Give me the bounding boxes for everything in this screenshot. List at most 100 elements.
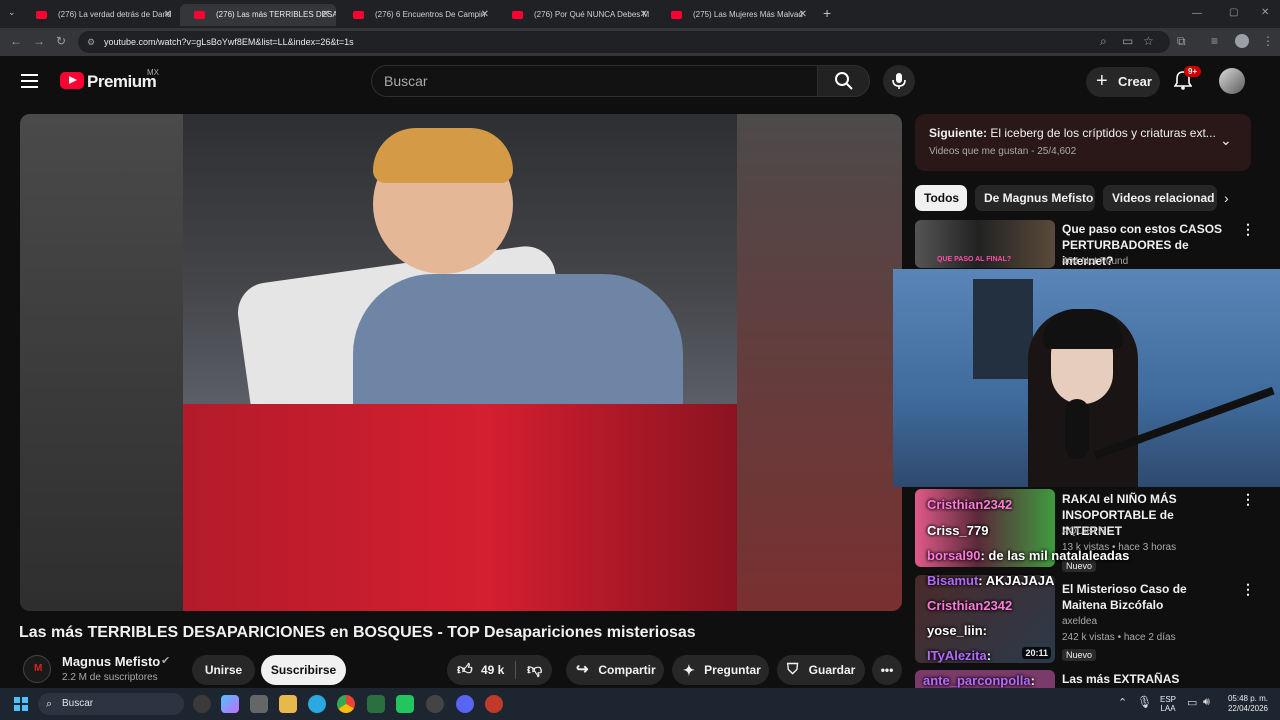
clock[interactable]: 05:48 p. m. 22/04/2026 [1220,694,1268,714]
reload-icon[interactable]: ↻ [56,34,66,48]
browser-tab[interactable]: (276) 6 Encuentros De Campin ✕ [339,4,495,26]
expand-chevron-icon[interactable]: ⌄ [1220,132,1232,149]
duration-badge: 20:11 [1022,647,1051,659]
create-button[interactable]: + Crear [1086,67,1160,97]
search-input[interactable]: Buscar [371,65,817,97]
store-icon[interactable] [250,695,268,713]
close-tab-icon[interactable]: ✕ [799,4,807,26]
network-icon[interactable]: ▭ [1187,696,1197,709]
child-hair-shape [373,128,513,183]
url-field[interactable]: ⚙ youtube.com/watch?v=gLsBoYwf8EM&list=L… [78,31,1170,53]
maximize-icon[interactable]: ▢ [1229,7,1238,18]
share-button[interactable]: ↪ Compartir [566,655,664,685]
rec-channel[interactable]: axeldea [1062,616,1097,627]
rec-menu-icon[interactable]: ⋮ [1241,581,1255,598]
tray-chevron-icon[interactable]: ⌃ [1118,696,1127,709]
browser-tab-active[interactable]: (276) Las más TERRIBLES DESAP ✕ [180,4,336,26]
rec-channel[interactable]: AQUISI R [1062,526,1106,537]
new-tab-button[interactable]: + [823,5,831,21]
red-blanket-shape [183,404,737,611]
webcam-overlay [893,269,1280,487]
microphone-shape [1065,399,1089,459]
cast-icon[interactable]: ▭ [1122,34,1133,48]
windows-start-icon[interactable] [14,697,28,711]
forward-icon[interactable]: → [33,34,45,48]
video-player[interactable] [20,114,902,611]
playlist-queue-panel[interactable]: Siguiente: El iceberg de los críptidos y… [915,114,1251,171]
dislike-icon[interactable]: 👎︎ [527,655,542,685]
save-button[interactable]: ⛉ Guardar [777,655,865,685]
channel-avatar[interactable]: M [23,655,51,683]
youtube-logo-icon[interactable] [60,72,84,89]
browser-tab-bar: ⌄ (276) La verdad detrás de Dand ✕ (276) … [0,0,1280,28]
discord-icon[interactable] [456,695,474,713]
edge-icon[interactable] [308,695,326,713]
taskbar-search[interactable]: ⌕ Buscar [38,693,184,715]
browser-menu-icon[interactable]: ⋮ [1262,34,1274,48]
menu-icon[interactable] [21,74,38,88]
extensions-icon[interactable]: ⧉ [1177,34,1186,49]
task-view-icon[interactable] [193,695,211,713]
chat-message: ITyAlezita: [927,648,992,663]
bookmark-star-icon[interactable]: ☆ [1143,34,1154,48]
more-horizontal-icon: ••• [880,663,894,677]
rec-channel[interactable]: 404 Not Found [1062,256,1128,267]
file-explorer-icon[interactable] [279,695,297,713]
kick-icon[interactable] [396,695,414,713]
copilot-icon[interactable] [221,695,239,713]
chips-next-icon[interactable]: › [1224,190,1229,206]
windows-taskbar: ⌕ Buscar ⌃ 🎙︎ ESP LAA ▭ 🔊︎ 05:48 p. m. 22/… [0,688,1280,720]
profile-avatar[interactable] [1235,34,1249,48]
browser-tab[interactable]: (275) Las Mujeres Más Malvad ✕ [657,4,813,26]
chat-message: borsal90: de las mil natalaleadas [927,548,1130,563]
rec-menu-icon[interactable]: ⋮ [1241,221,1255,238]
chrome-icon[interactable] [337,695,355,713]
app-icon[interactable] [485,695,503,713]
site-info-icon[interactable]: ⚙ [87,31,95,53]
close-tab-icon[interactable]: ✕ [322,4,330,26]
chip-related[interactable]: Videos relacionad [1103,185,1217,211]
chip-channel[interactable]: De Magnus Mefisto [975,185,1095,211]
tab-search-icon[interactable]: ⌄ [8,7,16,18]
search-button[interactable] [817,65,870,97]
plus-icon: + [1096,70,1108,92]
playlist-name[interactable]: Videos que me gustan [929,146,1028,157]
bookmark-icon: ⛉ [787,661,799,678]
share-icon: ↪ [576,661,589,678]
ask-button[interactable]: ✦ Preguntar [672,655,769,685]
steam-icon[interactable] [426,695,444,713]
notifications-button[interactable]: 9+ [1173,66,1202,92]
rec-menu-icon[interactable]: ⋮ [1241,491,1255,508]
reading-list-icon[interactable]: ≡ [1211,34,1218,48]
join-button[interactable]: Unirse [192,655,255,685]
browser-tab[interactable]: (276) La verdad detrás de Dand ✕ [22,4,178,26]
browser-tab[interactable]: (276) Por Qué NUNCA Debes M ✕ [498,4,654,26]
close-tab-icon[interactable]: ✕ [164,4,172,26]
language-indicator[interactable]: ESP LAA [1160,695,1176,713]
logo-text[interactable]: Premium [87,72,157,92]
subscribe-button[interactable]: Suscribirse [261,655,346,685]
logo-region: MX [147,68,159,77]
zoom-icon[interactable]: ⌕ [1100,34,1107,49]
close-tab-icon[interactable]: ✕ [640,4,648,26]
rec-thumbnail[interactable]: QUE PASO AL FINAL? [915,220,1055,268]
like-divider [515,661,516,679]
xbox-icon[interactable] [367,695,385,713]
voice-search-button[interactable] [883,65,915,97]
rec-title[interactable]: Las más EXTRAÑAS [1062,671,1234,687]
new-badge: Nuevo [1062,649,1097,661]
close-tab-icon[interactable]: ✕ [481,4,489,26]
chip-todos[interactable]: Todos [915,185,967,211]
tray-mic-icon[interactable]: 🎙︎ [1137,695,1152,709]
more-actions-button[interactable]: ••• [872,655,902,685]
channel-name[interactable]: Magnus Mefisto [62,654,160,669]
volume-icon[interactable]: 🔊︎ [1203,696,1210,709]
video-frame-left-blur [20,114,183,611]
minimize-icon[interactable]: — [1192,8,1202,19]
close-window-icon[interactable]: ✕ [1261,7,1269,18]
like-count[interactable]: 49 k [481,655,504,685]
account-avatar[interactable] [1219,68,1245,94]
back-icon[interactable]: ← [10,34,22,48]
like-icon[interactable]: 👍︎ [457,655,473,685]
rec-title[interactable]: El Misterioso Caso de Maitena Bizcófalo [1062,581,1234,613]
